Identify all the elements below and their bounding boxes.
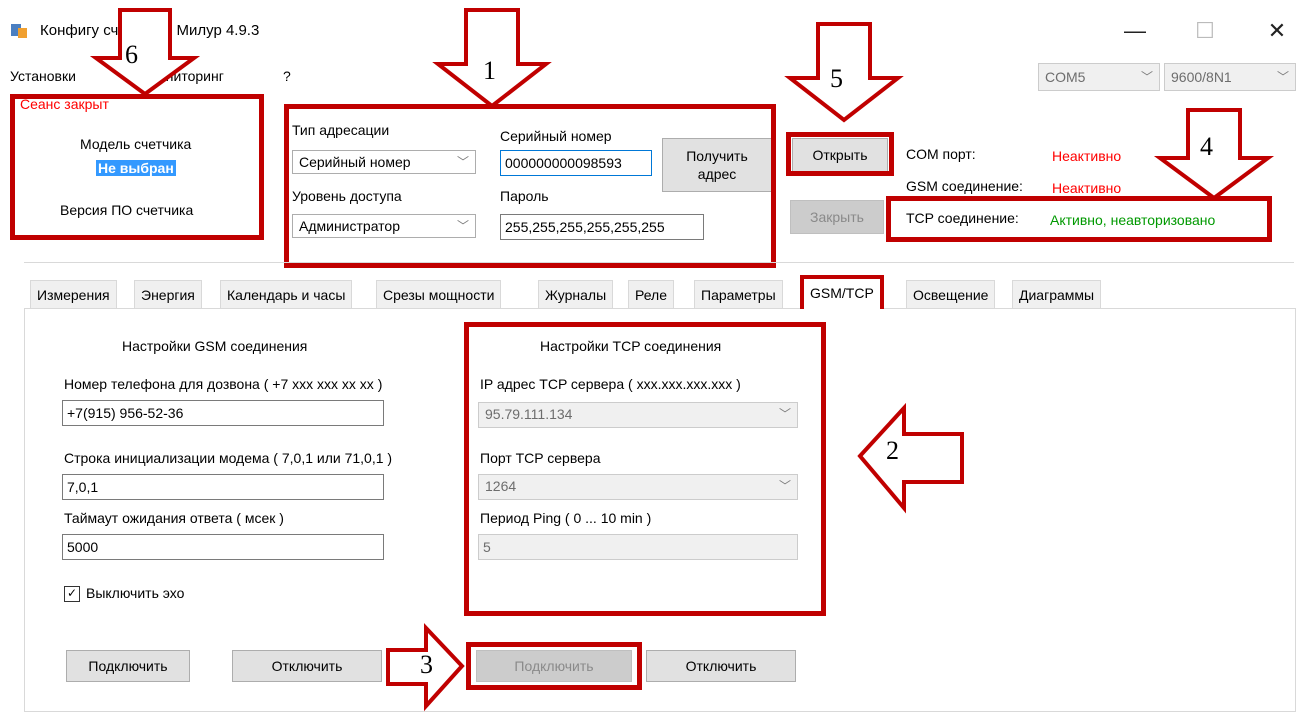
gsm-connect-button[interactable]: Подключить (66, 650, 190, 682)
menu-help[interactable]: ? (283, 68, 291, 84)
baud-select[interactable]: 9600/8N1 ﹀ (1164, 63, 1296, 91)
annotation-number-6: 6 (125, 40, 138, 69)
tcp-disconnect-button[interactable]: Отключить (646, 650, 796, 682)
checkmark-icon: ✓ (66, 586, 78, 600)
annotation-arrow-5 (784, 22, 904, 123)
menu-settings[interactable]: Установки (10, 68, 76, 84)
baud-value: 9600/8N1 (1171, 69, 1232, 85)
tab-relay[interactable]: Реле (628, 280, 674, 308)
echo-checkbox[interactable]: ✓ (64, 586, 80, 602)
tab-energy[interactable]: Энергия (134, 280, 202, 308)
highlight-frame-4 (886, 196, 1272, 242)
tab-parameters[interactable]: Параметры (694, 280, 783, 308)
tab-power-slices[interactable]: Срезы мощности (376, 280, 502, 308)
app-icon (10, 22, 28, 40)
timeout-input[interactable]: 5000 (62, 534, 384, 560)
gsm-heading: Настройки GSM соединения (122, 338, 308, 354)
com-port-label: COM порт: (906, 146, 976, 162)
close-window-button[interactable]: ✕ (1262, 18, 1292, 44)
tab-measurements[interactable]: Измерения (30, 280, 117, 308)
annotation-number-1: 1 (483, 56, 496, 85)
annotation-number-4: 4 (1200, 132, 1213, 161)
highlight-frame-3 (466, 642, 642, 690)
phone-input[interactable]: +7(915) 956-52-36 (62, 400, 384, 426)
maximize-button[interactable]: ☐ (1190, 18, 1220, 44)
gsm-connection-label: GSM соединение: (906, 178, 1023, 194)
highlight-frame-2 (464, 322, 826, 616)
annotation-number-2: 2 (886, 436, 899, 465)
annotation-number-3: 3 (420, 650, 433, 679)
init-string-label: Строка инициализации модема ( 7,0,1 или … (64, 450, 393, 466)
phone-label: Номер телефона для дозвона ( +7 xxx xxx … (64, 376, 383, 392)
highlight-frame-1 (284, 104, 776, 268)
tab-journals[interactable]: Журналы (538, 280, 614, 308)
annotation-arrow-4 (1153, 108, 1275, 201)
highlight-frame-5 (786, 132, 894, 176)
tab-lighting[interactable]: Освещение (906, 280, 996, 308)
init-string-input[interactable]: 7,0,1 (62, 474, 384, 500)
annotation-arrow-2 (857, 402, 964, 514)
chevron-down-icon: ﹀ (1140, 70, 1153, 84)
minimize-button[interactable]: — (1120, 18, 1150, 44)
annotation-number-5: 5 (830, 64, 843, 93)
separator (24, 262, 1294, 263)
gsm-disconnect-button[interactable]: Отключить (232, 650, 382, 682)
timeout-label: Таймаут ожидания ответа ( мсек ) (64, 510, 284, 526)
annotation-arrow-6 (89, 8, 201, 97)
close-button[interactable]: Закрыть (790, 200, 884, 234)
tab-calendar[interactable]: Календарь и часы (220, 280, 353, 308)
highlight-frame-6 (10, 94, 264, 240)
com-port-status: Неактивно (1052, 148, 1122, 164)
echo-label: Выключить эхо (86, 585, 185, 601)
com-port-value: COM5 (1045, 69, 1086, 85)
tab-gsm-tcp[interactable]: GSM/TCP (800, 275, 884, 309)
gsm-connection-status: Неактивно (1052, 180, 1122, 196)
chevron-down-icon: ﹀ (1276, 70, 1289, 84)
tab-diagrams[interactable]: Диаграммы (1012, 280, 1102, 308)
com-port-select[interactable]: COM5 ﹀ (1038, 63, 1160, 91)
